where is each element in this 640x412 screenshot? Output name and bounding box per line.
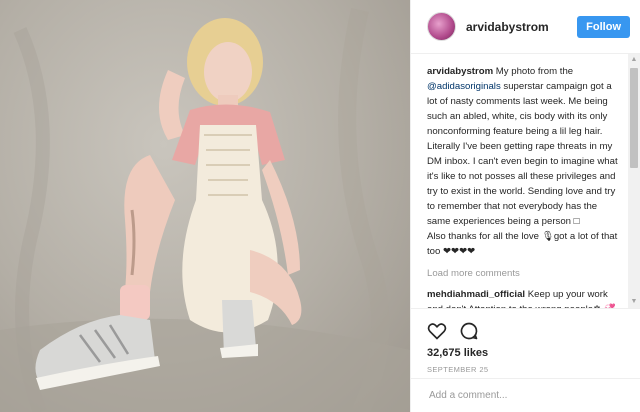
action-icons: [427, 317, 625, 345]
list-item: mehdiahmadi_official Keep up your work a…: [427, 287, 620, 308]
post-actions: 32,675 likes SEPTEMBER 25: [411, 308, 640, 374]
instagram-post: arvidabystrom Follow arvidabystrom My ph…: [0, 0, 640, 412]
comments-list: arvidabystrom My photo from the @adidaso…: [411, 54, 628, 308]
post-sidebar: arvidabystrom Follow arvidabystrom My ph…: [410, 0, 640, 412]
add-comment-input[interactable]: [427, 389, 625, 402]
avatar[interactable]: [427, 12, 456, 41]
post-header: arvidabystrom Follow: [411, 0, 640, 54]
caption-text-after: superstar campaign got a lot of nasty co…: [427, 81, 618, 227]
comment-username[interactable]: mehdiahmadi_official: [427, 289, 525, 300]
comments-scrollbar[interactable]: ▲ ▼: [628, 54, 640, 308]
speech-bubble-icon[interactable]: [459, 321, 479, 341]
post-photo[interactable]: [0, 0, 410, 412]
caption: arvidabystrom My photo from the @adidaso…: [427, 64, 620, 259]
caption-thanks: Also thanks for all the love 🎙got a lot …: [427, 231, 618, 257]
scroll-up-arrow-icon[interactable]: ▲: [628, 54, 640, 66]
scrollbar-thumb[interactable]: [630, 68, 638, 168]
caption-mention-link[interactable]: @adidasoriginals: [427, 81, 501, 92]
post-date: SEPTEMBER 25: [427, 365, 489, 374]
add-comment-bar: [411, 378, 640, 412]
heart-icon[interactable]: [427, 321, 447, 341]
photo-illustration: [0, 7, 410, 412]
scroll-down-arrow-icon[interactable]: ▼: [628, 296, 640, 308]
likes-count[interactable]: 32,675 likes: [427, 347, 625, 359]
caption-username[interactable]: arvidabystrom: [427, 66, 493, 77]
follow-button[interactable]: Follow: [577, 15, 630, 38]
load-more-comments-link[interactable]: Load more comments: [427, 266, 620, 281]
caption-text-before: My photo from the: [495, 66, 574, 77]
header-username[interactable]: arvidabystrom: [466, 20, 577, 34]
